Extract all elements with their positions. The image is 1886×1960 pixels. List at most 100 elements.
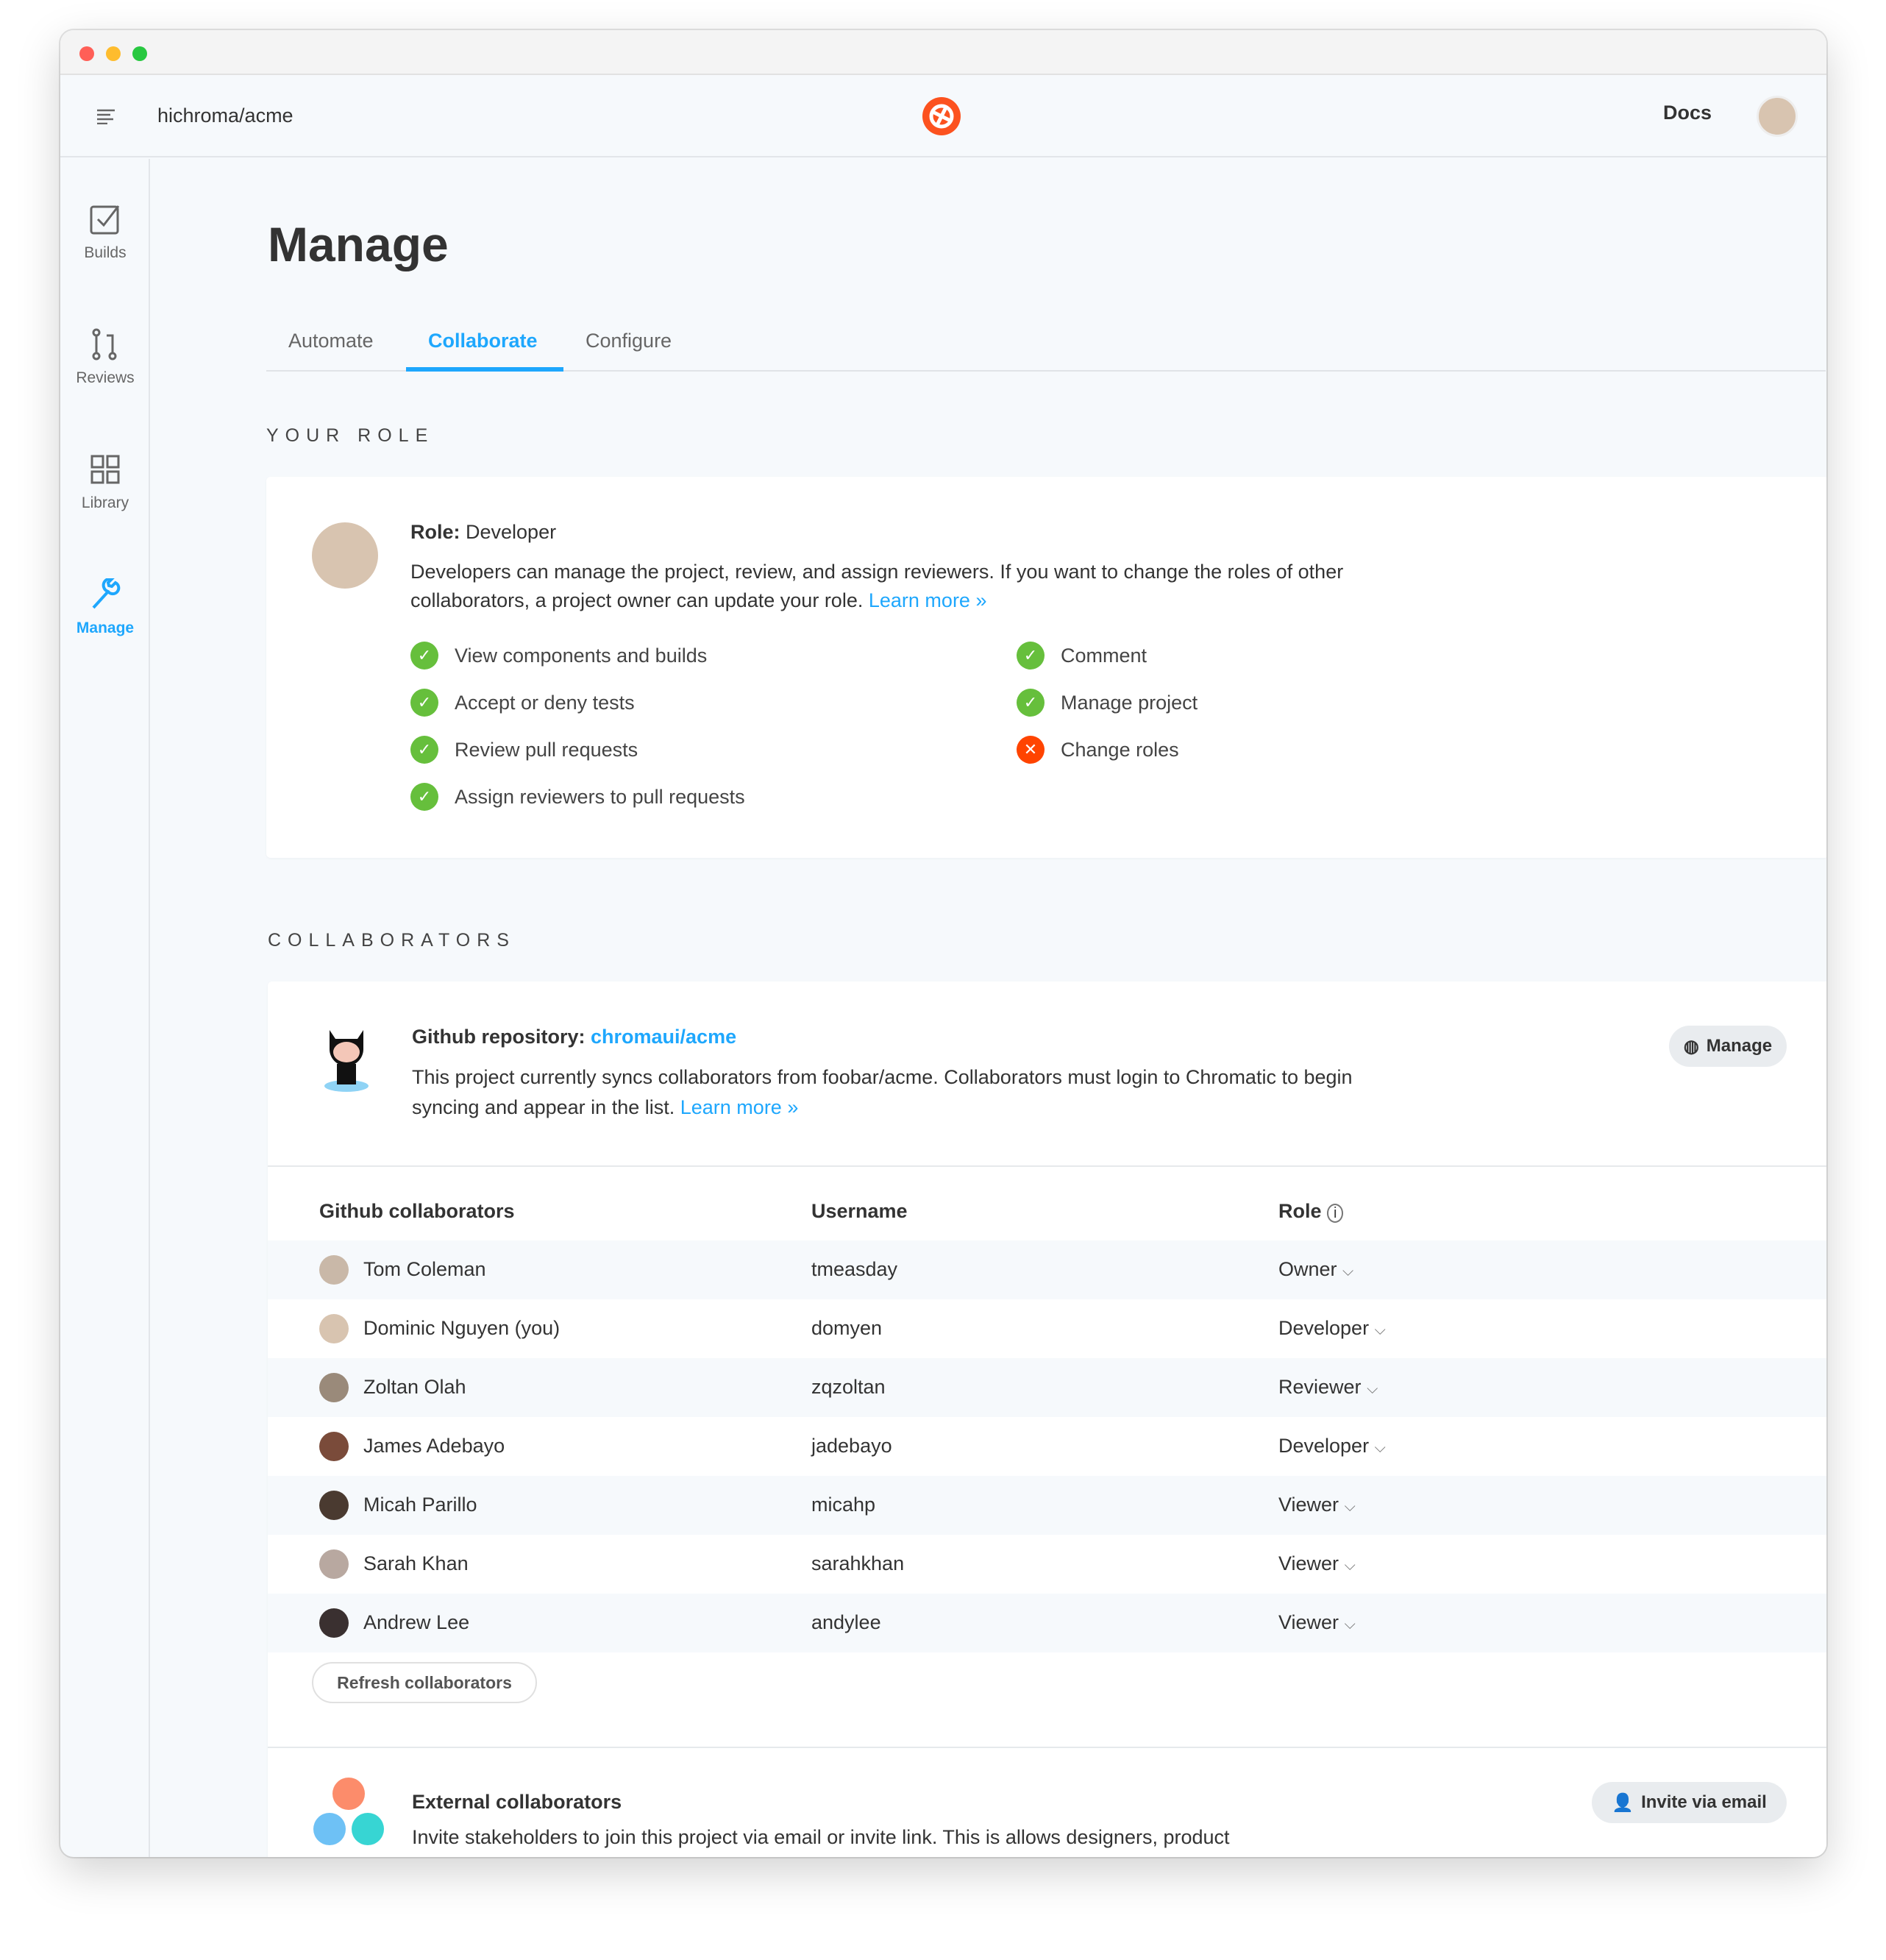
- tab-automate[interactable]: Automate: [288, 330, 374, 352]
- minimize-window-button[interactable]: [106, 46, 121, 61]
- role-card: Role: Developer Developers can manage th…: [266, 477, 1826, 858]
- sidebar-label: Library: [81, 494, 129, 511]
- repo-description: This project currently syncs collaborato…: [412, 1062, 1398, 1123]
- tab-configure[interactable]: Configure: [586, 330, 672, 352]
- role-dropdown[interactable]: Viewer ⌵: [1278, 1611, 1356, 1634]
- permission-item: ✓ View components and builds: [410, 642, 707, 670]
- role-dropdown[interactable]: Viewer ⌵: [1278, 1494, 1356, 1516]
- cross-icon: ✕: [1017, 736, 1045, 764]
- collaborators-card: Github repository: chromaui/acme This pr…: [268, 981, 1826, 1857]
- your-role-heading: YOUR ROLE: [266, 425, 435, 446]
- table-row: James Adebayo jadebayo Developer ⌵: [268, 1417, 1826, 1476]
- pull-request-icon: [92, 328, 117, 361]
- chevron-down-icon: ⌵: [1367, 1381, 1378, 1397]
- sidebar-item-builds[interactable]: Builds: [60, 203, 150, 262]
- collaborator-name: Micah Parillo: [363, 1494, 477, 1516]
- chevron-down-icon: ⌵: [1344, 1499, 1356, 1515]
- role-value: Viewer: [1278, 1552, 1339, 1574]
- role-dropdown[interactable]: Reviewer ⌵: [1278, 1376, 1378, 1399]
- user-avatar: [312, 522, 378, 589]
- permission-label: Comment: [1061, 644, 1147, 667]
- collaborator-name: James Adebayo: [363, 1435, 505, 1457]
- top-header: hichroma/acme Docs: [60, 75, 1826, 157]
- add-user-icon: 👤: [1612, 1792, 1634, 1813]
- repo-label: Github repository:: [412, 1026, 586, 1048]
- manage-button-label: Manage: [1706, 1036, 1773, 1056]
- role-dropdown[interactable]: Viewer ⌵: [1278, 1552, 1356, 1575]
- avatar: [319, 1549, 349, 1579]
- repo-name[interactable]: hichroma/acme: [157, 104, 293, 127]
- role-dropdown[interactable]: Developer ⌵: [1278, 1317, 1386, 1340]
- repo-link[interactable]: chromaui/acme: [591, 1026, 736, 1048]
- collaborator-name: Zoltan Olah: [363, 1376, 466, 1398]
- permission-label: Assign reviewers to pull requests: [455, 785, 745, 808]
- sidebar-item-library[interactable]: Library: [60, 453, 150, 512]
- collaborator-name: Sarah Khan: [363, 1552, 469, 1574]
- user-avatar[interactable]: [1757, 96, 1798, 137]
- role-value: Reviewer: [1278, 1376, 1362, 1398]
- active-tab-indicator: [406, 367, 563, 372]
- permission-item: ✓ Assign reviewers to pull requests: [410, 783, 745, 811]
- role-header-label: Role: [1278, 1200, 1322, 1222]
- check-icon: ✓: [410, 642, 438, 670]
- chevron-down-icon: ⌵: [1344, 1616, 1356, 1633]
- avatar: [319, 1432, 349, 1461]
- permission-item: ✓ Review pull requests: [410, 736, 638, 764]
- role-dropdown[interactable]: Owner ⌵: [1278, 1258, 1353, 1281]
- table-row: Tom Coleman tmeasday Owner ⌵: [268, 1240, 1826, 1299]
- close-window-button[interactable]: [79, 46, 94, 61]
- check-icon: ✓: [1017, 689, 1045, 717]
- check-icon: ✓: [410, 689, 438, 717]
- collaborator-name: Andrew Lee: [363, 1611, 470, 1633]
- chevron-down-icon: ⌵: [1374, 1322, 1386, 1338]
- info-icon[interactable]: i: [1327, 1204, 1344, 1223]
- divider: [268, 1165, 1826, 1167]
- collaborator-name: Dominic Nguyen (you): [363, 1317, 561, 1339]
- table-row: Sarah Khan sarahkhan Viewer ⌵: [268, 1535, 1826, 1594]
- role-line: Role: Developer: [410, 521, 556, 544]
- chevron-down-icon: ⌵: [1374, 1440, 1386, 1456]
- github-icon: ◍: [1683, 1036, 1699, 1057]
- refresh-collaborators-button[interactable]: Refresh collaborators: [312, 1662, 537, 1703]
- collaborator-username: domyen: [811, 1317, 883, 1339]
- avatar: [319, 1314, 349, 1343]
- collaborator-username: andylee: [811, 1611, 881, 1633]
- browser-window: hichroma/acme Docs Builds Reviews Librar…: [60, 30, 1826, 1857]
- sidebar-item-reviews[interactable]: Reviews: [60, 328, 150, 387]
- permission-label: Manage project: [1061, 691, 1198, 714]
- column-header-username: Username: [811, 1200, 908, 1222]
- avatar: [319, 1255, 349, 1285]
- sidebar-item-manage[interactable]: Manage: [60, 578, 150, 637]
- permission-item: ✕ Change roles: [1017, 736, 1179, 764]
- manage-button[interactable]: ◍ Manage: [1669, 1026, 1787, 1067]
- invite-button-label: Invite via email: [1641, 1792, 1767, 1812]
- chromatic-logo-icon[interactable]: [922, 97, 961, 139]
- role-value: Developer: [1278, 1435, 1370, 1457]
- table-row: Andrew Lee andylee Viewer ⌵: [268, 1594, 1826, 1652]
- maximize-window-button[interactable]: [132, 46, 147, 61]
- permission-item: ✓ Accept or deny tests: [410, 689, 635, 717]
- sidebar: Builds Reviews Library Manage: [60, 159, 150, 1857]
- collaborator-username: jadebayo: [811, 1435, 892, 1457]
- collaborator-username: micahp: [811, 1494, 876, 1516]
- role-dropdown[interactable]: Developer ⌵: [1278, 1435, 1386, 1457]
- permission-label: View components and builds: [455, 644, 708, 667]
- tab-collaborate[interactable]: Collaborate: [428, 330, 538, 352]
- permission-label: Review pull requests: [455, 738, 638, 761]
- role-label: Role:: [410, 521, 460, 543]
- permission-item: ✓ Comment: [1017, 642, 1147, 670]
- menu-icon[interactable]: [96, 108, 116, 128]
- role-value: Viewer: [1278, 1611, 1339, 1633]
- avatar: [319, 1491, 349, 1520]
- learn-more-link[interactable]: Learn more »: [680, 1096, 799, 1118]
- learn-more-link[interactable]: Learn more »: [869, 589, 987, 611]
- chevron-down-icon: ⌵: [1342, 1263, 1354, 1279]
- external-collaborators-title: External collaborators: [412, 1791, 622, 1813]
- column-header-collaborators: Github collaborators: [319, 1200, 515, 1222]
- invite-via-email-button[interactable]: 👤 Invite via email: [1592, 1782, 1787, 1823]
- role-value: Viewer: [1278, 1494, 1339, 1516]
- permission-label: Accept or deny tests: [455, 691, 635, 714]
- docs-link[interactable]: Docs: [1663, 102, 1712, 124]
- permission-label: Change roles: [1061, 738, 1179, 761]
- chevron-down-icon: ⌵: [1344, 1558, 1356, 1574]
